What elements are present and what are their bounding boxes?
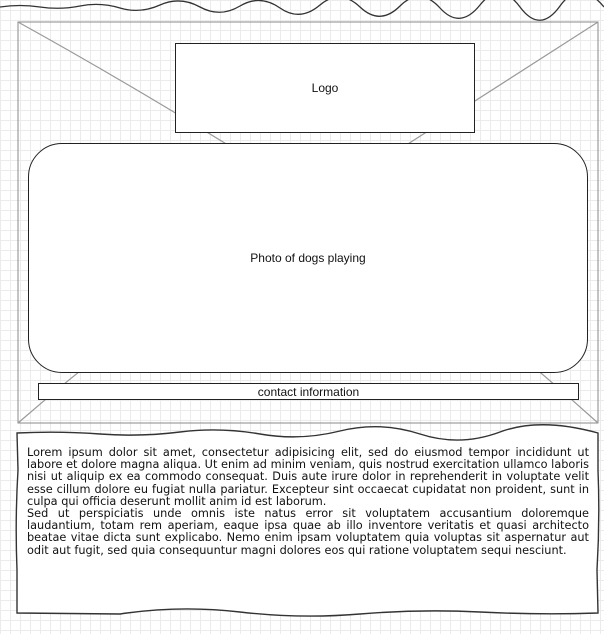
contact-information-bar: contact information xyxy=(38,383,579,400)
photo-label: Photo of dogs playing xyxy=(250,251,366,265)
body-paragraph-2: Sed ut perspiciatis unde omnis iste natu… xyxy=(27,507,589,557)
body-paragraph-1: Lorem ipsum dolor sit amet, consectetur … xyxy=(27,446,589,508)
contact-label: contact information xyxy=(257,384,360,399)
top-sketch-border xyxy=(0,0,604,21)
body-text-panel: Lorem ipsum dolor sit amet, consectetur … xyxy=(27,446,589,607)
photo-placeholder: Photo of dogs playing xyxy=(28,143,588,373)
logo-label: Logo xyxy=(311,81,339,95)
logo-placeholder: Logo xyxy=(175,43,475,133)
